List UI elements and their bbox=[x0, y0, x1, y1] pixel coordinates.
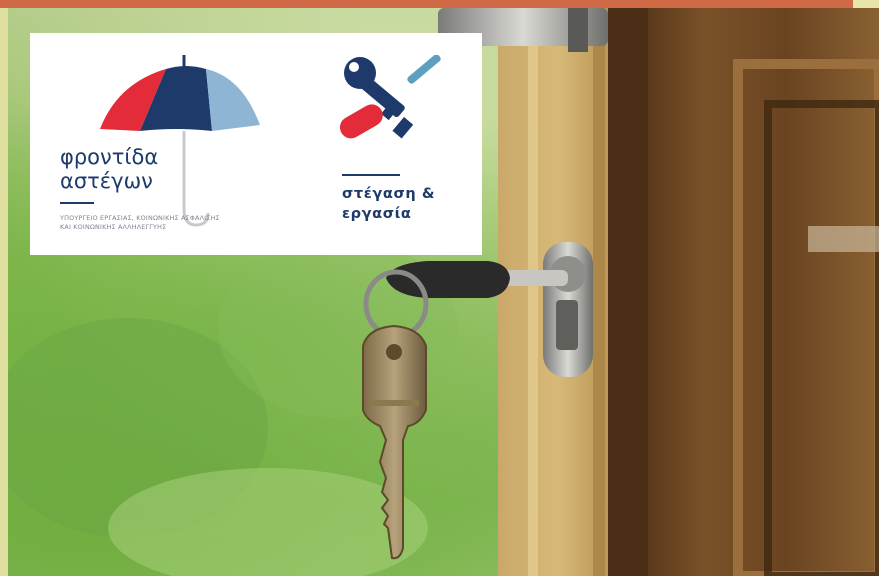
key-hole bbox=[386, 344, 402, 360]
umbrella-icon bbox=[100, 55, 260, 227]
logo-card: φροντίδα αστέγων ΥΠΟΥΡΓΕΙΟ ΕΡΓΑΣΙΑΣ, ΚΟΙ… bbox=[30, 33, 482, 255]
stegasi-title: στέγαση & εργασία bbox=[342, 186, 436, 222]
key-shoulder bbox=[371, 400, 419, 406]
black-key-head bbox=[386, 261, 510, 298]
title-underline bbox=[342, 174, 400, 176]
key-icon bbox=[339, 55, 441, 139]
door-leaf bbox=[648, 8, 879, 576]
top-accent-bar bbox=[0, 0, 879, 8]
lock-tab bbox=[556, 300, 578, 350]
door-reflection bbox=[808, 226, 879, 252]
frame-groove bbox=[593, 8, 605, 576]
stegasi-ergasia-logo: στέγαση & εργασία bbox=[330, 33, 482, 255]
ministry-subtitle: ΥΠΟΥΡΓΕΙΟ ΕΡΓΑΣΙΑΣ, ΚΟΙΝΩΝΙΚΗΣ ΑΣΦΑΛΙΣΗΣ… bbox=[60, 214, 220, 231]
frame-highlight bbox=[528, 8, 538, 576]
title-underline bbox=[60, 202, 94, 204]
frontida-title: φροντίδα αστέγων bbox=[60, 145, 159, 193]
frontida-asteghon-logo: φροντίδα αστέγων ΥΠΟΥΡΓΕΙΟ ΕΡΓΑΣΙΑΣ, ΚΟΙ… bbox=[30, 33, 320, 255]
left-margin bbox=[0, 8, 8, 576]
door-edge bbox=[608, 8, 648, 576]
handle-rose bbox=[568, 8, 588, 52]
